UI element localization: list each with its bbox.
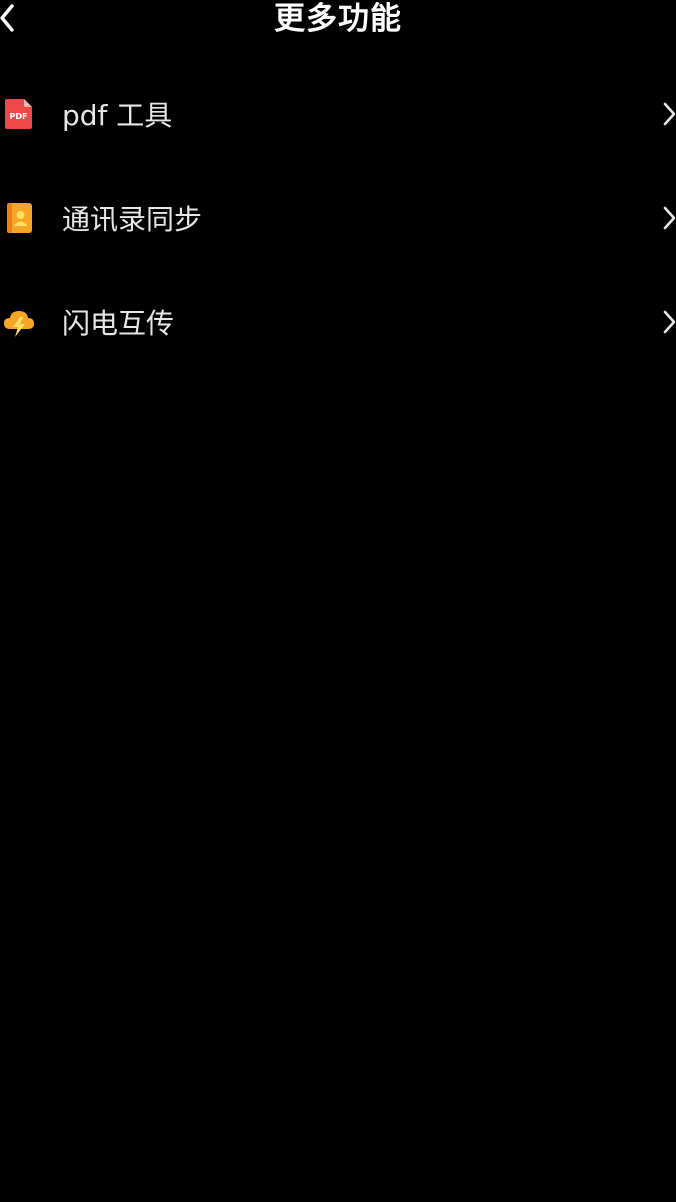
chevron-right-icon [662, 101, 676, 127]
list-item-label: pdf 工具 [62, 99, 173, 132]
list-item-contacts-sync[interactable]: 通讯录同步 [0, 166, 676, 270]
lightning-cloud-icon [2, 305, 36, 339]
list-item-label: 闪电互传 [62, 307, 175, 340]
contacts-icon [2, 201, 36, 235]
pdf-icon-text: PDF [10, 112, 28, 121]
feature-list: PDF pdf 工具 通讯录同步 闪电互传 [0, 62, 676, 374]
chevron-right-icon [662, 205, 676, 231]
page-title: 更多功能 [274, 1, 402, 37]
list-item-label: 通讯录同步 [62, 203, 203, 236]
list-item-lightning-transfer[interactable]: 闪电互传 [0, 270, 676, 374]
pdf-icon: PDF [2, 97, 36, 131]
header: 更多功能 [0, 0, 676, 40]
chevron-right-icon [662, 309, 676, 335]
list-item-pdf-tools[interactable]: PDF pdf 工具 [0, 62, 676, 166]
